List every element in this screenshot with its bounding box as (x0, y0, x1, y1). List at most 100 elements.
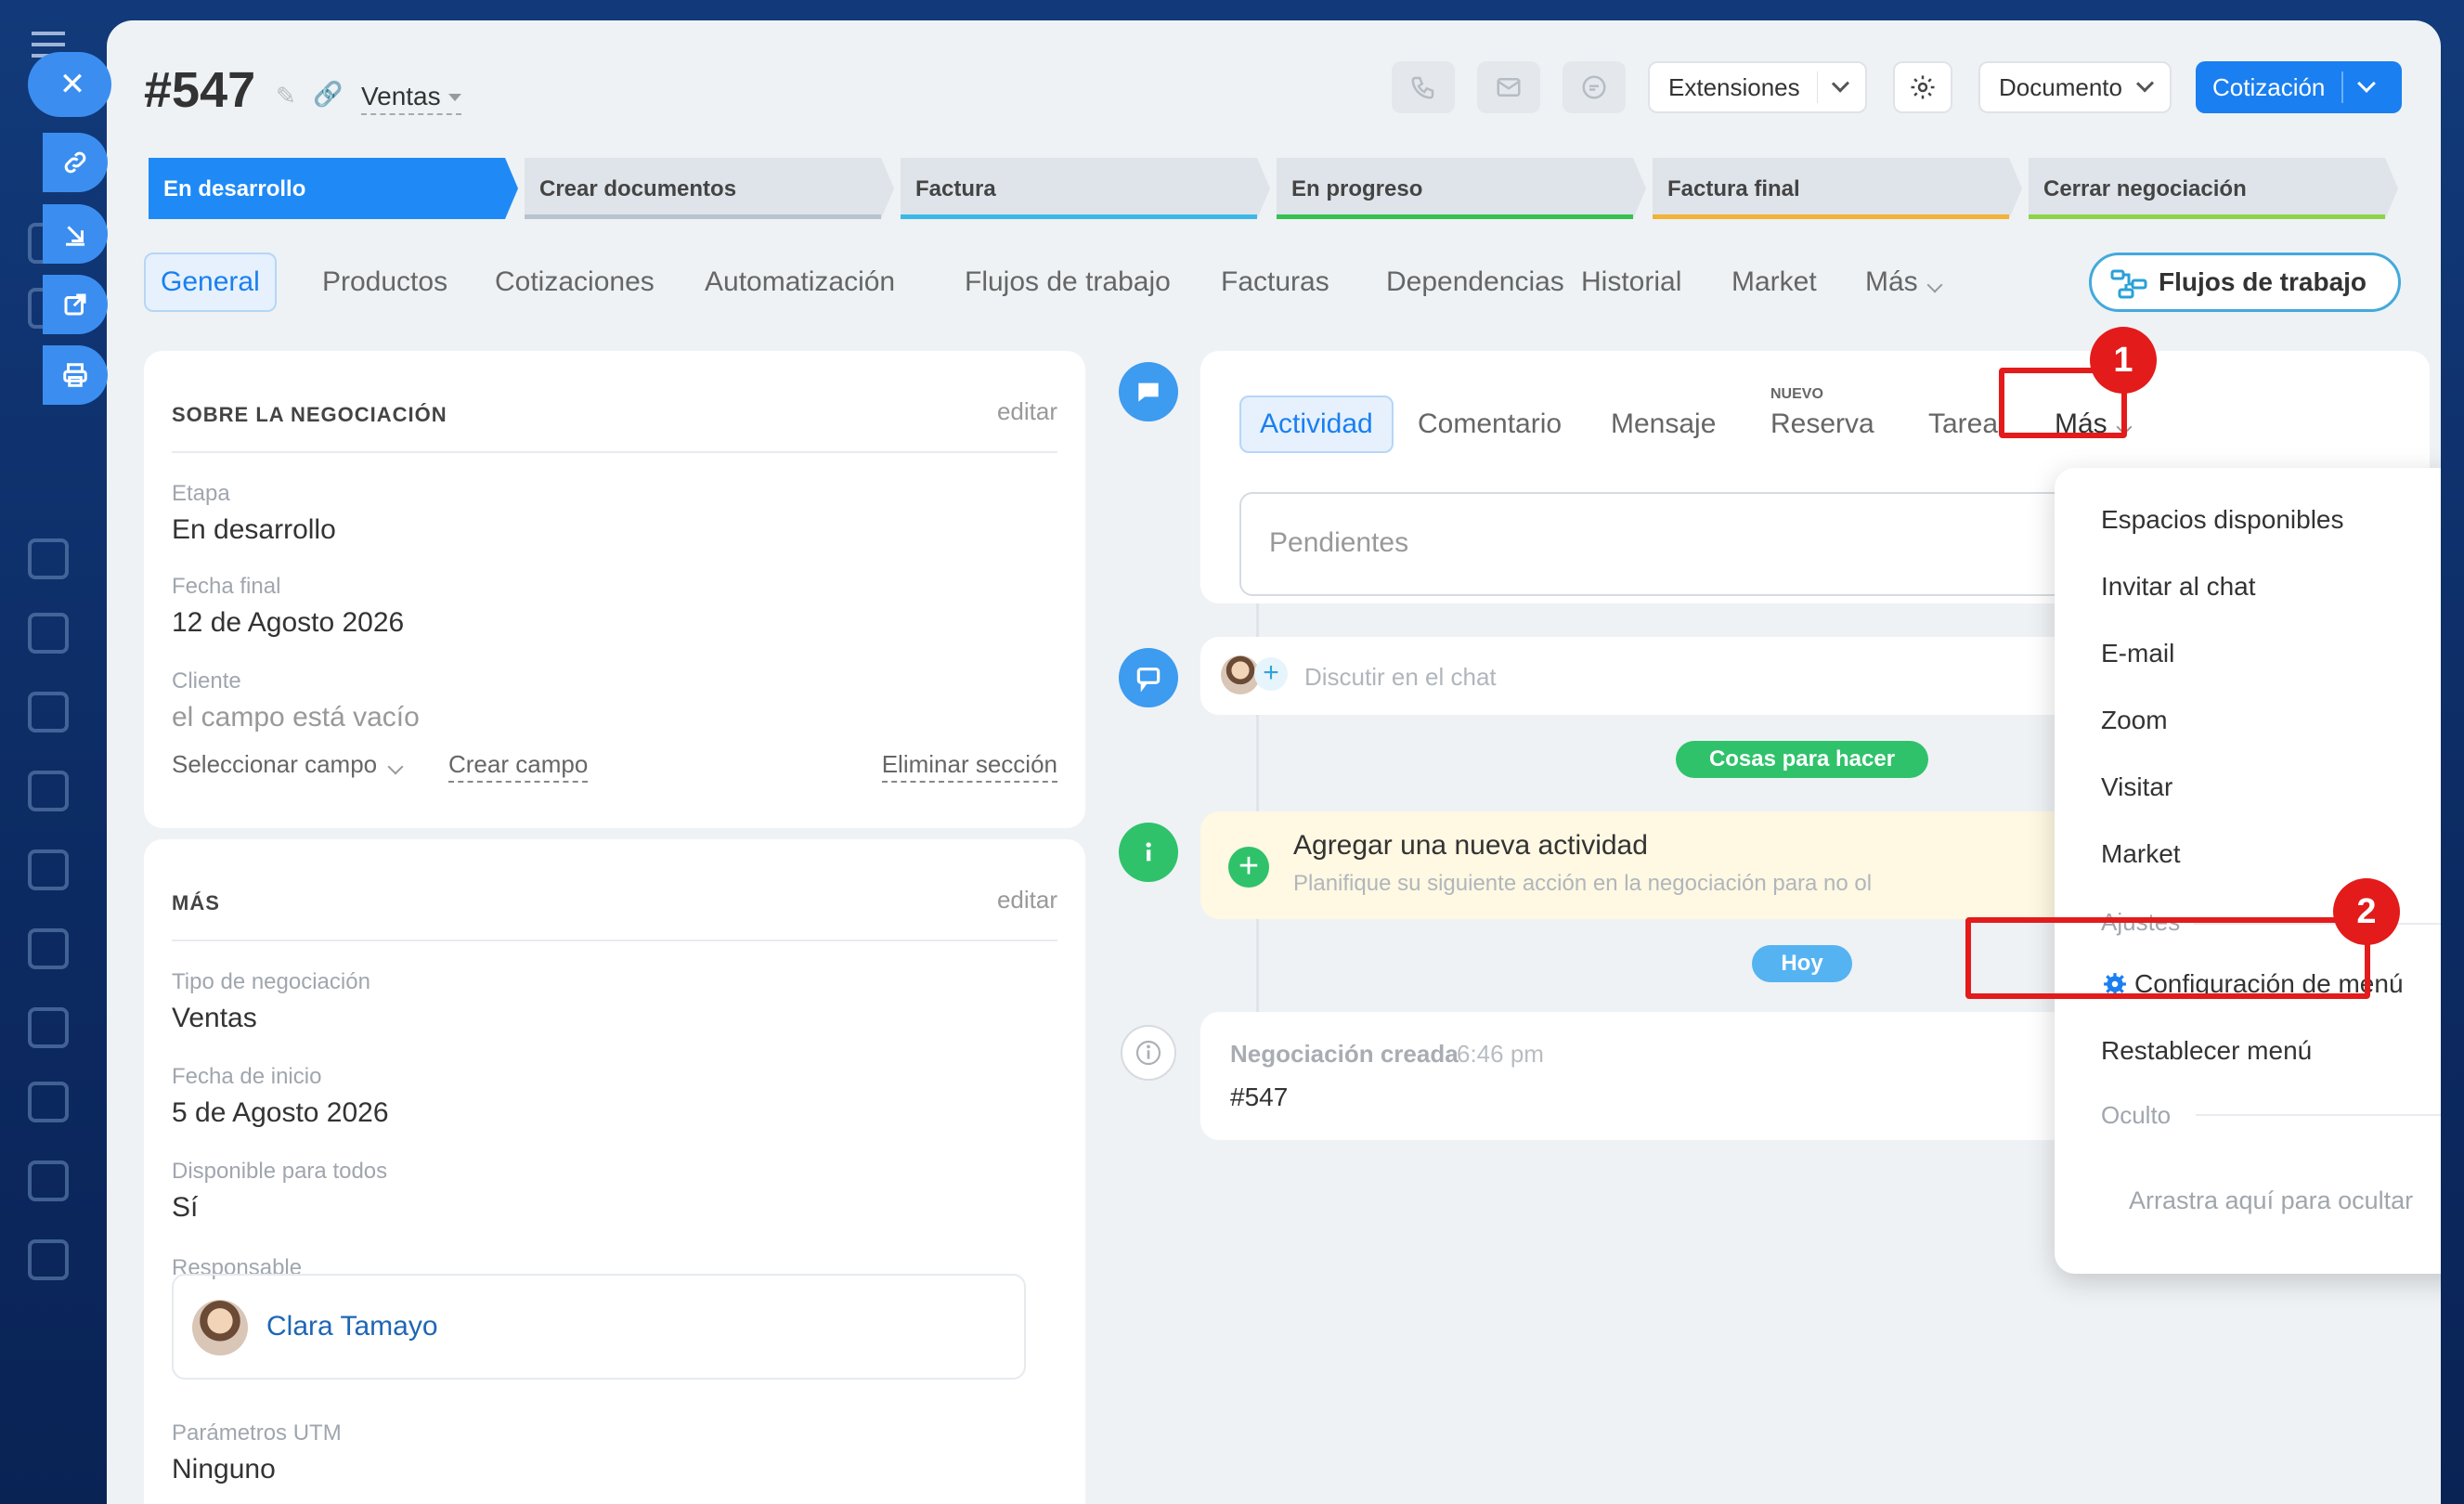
email-button[interactable] (1477, 61, 1540, 113)
new-activity-card[interactable]: + Agregar una nueva actividad Planifique… (1200, 811, 2129, 919)
tab-market[interactable]: Market (1717, 253, 1832, 312)
menu-section-oculto: Oculto (2101, 1101, 2172, 1129)
responsible-name[interactable]: Clara Tamayo (266, 1311, 438, 1342)
activity-tab-actividad[interactable]: Actividad (1239, 395, 1394, 453)
tab-flujos-de-trabajo[interactable]: Flujos de trabajo (950, 253, 1186, 312)
info-dot (1119, 823, 1178, 882)
entry-value: #547 (1230, 1083, 1289, 1111)
create-field-link[interactable]: Crear campo (448, 750, 589, 783)
messenger-button[interactable] (1563, 61, 1626, 113)
menu-item-invitar-chat[interactable]: Invitar al chat (2101, 572, 2256, 602)
nav-robot-icon[interactable] (28, 1082, 69, 1122)
stage-factura[interactable]: Factura (901, 158, 1270, 219)
activity-tab-reserva[interactable]: Reserva (1752, 395, 1893, 453)
stage-color-bar (525, 214, 881, 219)
tab-historial[interactable]: Historial (1566, 253, 1696, 312)
chevron-down-icon (2135, 74, 2155, 93)
field-value[interactable]: Sí (172, 1192, 198, 1224)
link-icon (64, 151, 86, 174)
menu-item-espacios[interactable]: Espacios disponibles (2101, 505, 2344, 535)
nav-crm-icon[interactable] (28, 538, 69, 579)
call-button[interactable] (1392, 61, 1455, 113)
copy-link-button[interactable] (43, 133, 108, 192)
print-button[interactable] (43, 345, 108, 405)
entry-title: Negociación creada (1230, 1040, 1459, 1068)
quote-button[interactable]: Cotización (2196, 61, 2402, 113)
field-label: Fecha de inicio (172, 1064, 322, 1089)
field-label: Fecha final (172, 574, 281, 599)
minimize-button[interactable] (43, 204, 108, 264)
tab-mas[interactable]: Más (1850, 253, 1955, 312)
stage-crear-documentos[interactable]: Crear documentos (525, 158, 894, 219)
gear-icon (1911, 75, 1935, 99)
stage-en-progreso[interactable]: En progreso (1277, 158, 1646, 219)
settings-button[interactable] (1893, 61, 1952, 113)
message-icon (1138, 382, 1159, 402)
tab-cotizaciones[interactable]: Cotizaciones (480, 253, 669, 312)
nav-cart-icon[interactable] (28, 613, 69, 654)
select-field-dropdown[interactable]: Seleccionar campo (172, 750, 404, 779)
tab-automatizacion[interactable]: Automatización (690, 253, 910, 312)
close-slider-button[interactable]: ✕ (28, 52, 111, 117)
entry-time: 6:46 pm (1457, 1040, 1544, 1068)
activity-tab-comentario[interactable]: Comentario (1399, 395, 1580, 453)
drag-to-hide-zone[interactable]: Arrastra aquí para ocultar (2129, 1186, 2413, 1215)
nav-document-icon[interactable] (28, 692, 69, 733)
add-activity-icon[interactable]: + (1228, 847, 1269, 888)
stage-en-desarrollo[interactable]: En desarrollo (149, 158, 518, 219)
stage-color-bar (2029, 214, 2385, 219)
extensions-dropdown[interactable]: Extensiones (1648, 61, 1867, 113)
step-badge-1: 1 (2090, 327, 2157, 394)
field-value[interactable]: 5 de Agosto 2026 (172, 1097, 389, 1129)
field-label: Disponible para todos (172, 1159, 388, 1184)
edit-section-link[interactable]: editar (997, 397, 1057, 426)
stage-factura-final[interactable]: Factura final (1653, 158, 2022, 219)
field-label: Cliente (172, 668, 241, 694)
edit-title-icon[interactable]: ✎ (276, 82, 300, 110)
nav-camera-icon[interactable] (28, 1160, 69, 1201)
field-value[interactable]: el campo está vacío (172, 702, 420, 733)
workflows-button[interactable]: Flujos de trabajo (2089, 253, 2401, 312)
tab-productos[interactable]: Productos (307, 253, 462, 312)
field-value[interactable]: En desarrollo (172, 514, 336, 546)
arrow-down-right-icon (66, 226, 84, 246)
delete-section-link[interactable]: Eliminar sección (881, 750, 1057, 783)
nav-storage-icon[interactable] (28, 1239, 69, 1280)
menu-item-email[interactable]: E-mail (2101, 639, 2174, 668)
section-title: SOBRE LA NEGOCIACIÓN (172, 403, 447, 426)
field-value[interactable]: 12 de Agosto 2026 (172, 607, 404, 639)
chat-dot (1119, 648, 1178, 707)
document-dropdown[interactable]: Documento (1978, 61, 2172, 113)
tab-facturas[interactable]: Facturas (1206, 253, 1344, 312)
nav-box-icon[interactable] (28, 928, 69, 969)
menu-item-market[interactable]: Market (2101, 839, 2181, 869)
field-value[interactable]: Ventas (172, 1003, 257, 1034)
menu-item-zoom[interactable]: Zoom (2101, 706, 2168, 735)
activity-tab-mensaje[interactable]: Mensaje (1592, 395, 1734, 453)
tab-general[interactable]: General (144, 253, 277, 312)
pending-input[interactable]: Pendientes (1239, 492, 2168, 596)
chevron-down-icon (1926, 277, 1943, 293)
stage-cerrar-negociacion[interactable]: Cerrar negociación (2029, 158, 2398, 219)
field-value[interactable]: Ninguno (172, 1454, 276, 1485)
add-participant-icon[interactable]: + (1254, 657, 1288, 691)
chat-discussion-bar[interactable]: + Discutir en el chat (1200, 637, 2129, 715)
tab-dependencias[interactable]: Dependencias (1371, 253, 1579, 312)
divider (172, 451, 1057, 453)
today-pill: Hoy (1752, 945, 1852, 982)
menu-item-visitar[interactable]: Visitar (2101, 772, 2172, 802)
nav-board-icon[interactable] (28, 849, 69, 890)
copy-link-icon[interactable]: 🔗 (313, 80, 343, 109)
chevron-down-icon (1832, 74, 1850, 93)
edit-section-link[interactable]: editar (997, 886, 1057, 914)
open-new-window-button[interactable] (43, 275, 108, 334)
nav-sign-icon[interactable] (28, 771, 69, 811)
printer-icon (63, 363, 87, 387)
pipeline-selector[interactable]: Ventas (361, 82, 461, 115)
divider (1816, 71, 1819, 103)
nav-task-icon[interactable] (28, 1007, 69, 1048)
quote-label: Cotización (2212, 72, 2326, 101)
deal-created-entry: Negociación creada 6:46 pm #547 (1200, 1012, 2129, 1140)
responsible-field[interactable]: Clara Tamayo (172, 1274, 1026, 1380)
menu-item-restablecer[interactable]: Restablecer menú (2101, 1036, 2312, 1066)
